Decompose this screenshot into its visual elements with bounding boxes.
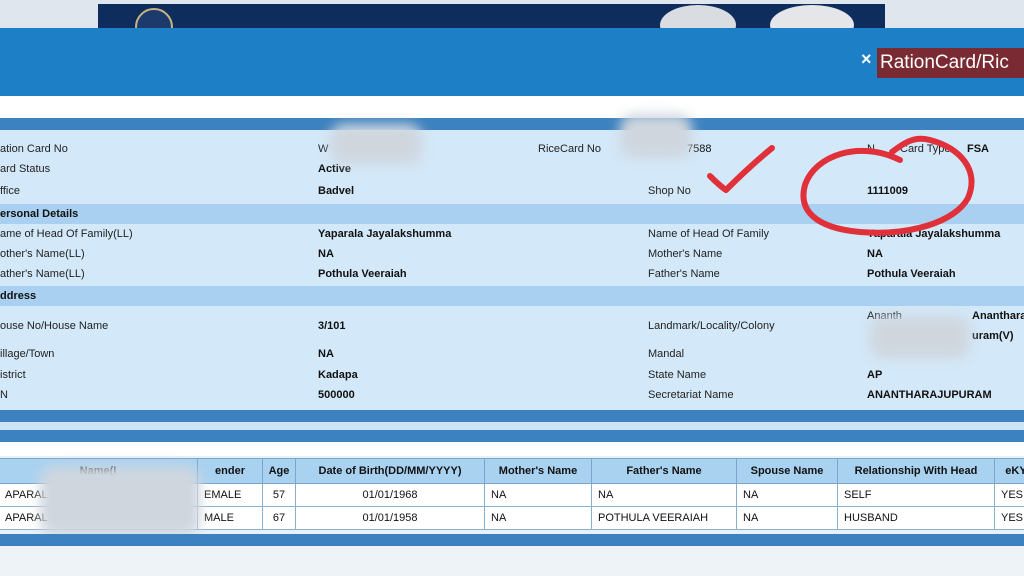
circle-annotation [800, 135, 975, 236]
hand-annotation [707, 135, 975, 236]
checkmark-annotation [707, 145, 775, 193]
